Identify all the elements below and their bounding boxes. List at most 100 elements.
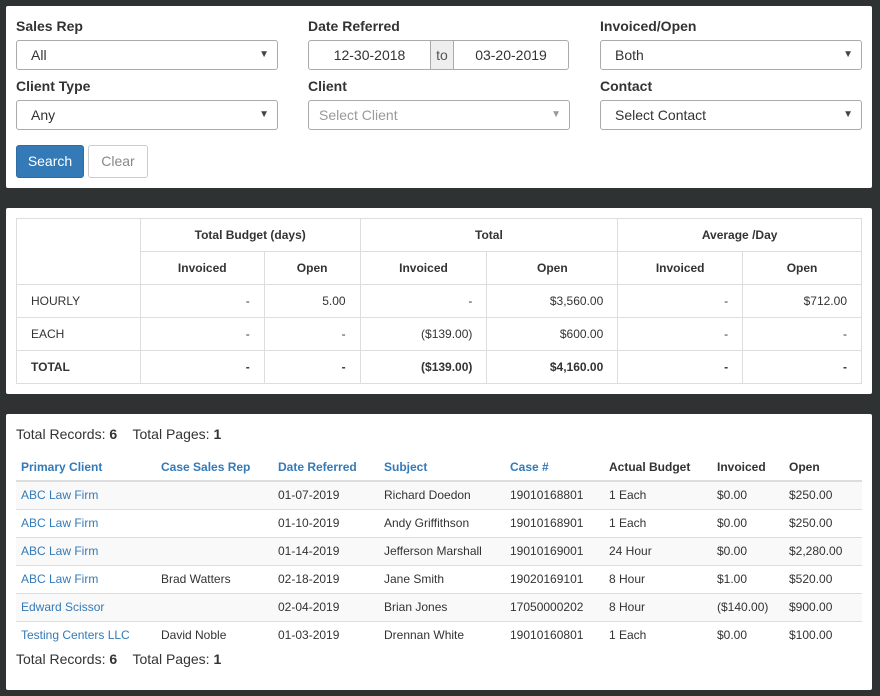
subject-cell: Jane Smith — [379, 564, 505, 593]
column-header-open: Open — [784, 453, 862, 482]
summary-cell: $600.00 — [486, 317, 619, 351]
group-header-total: Total — [359, 218, 619, 252]
column-header-subject[interactable]: Subject — [379, 453, 505, 482]
case-number-cell: 19010160801 — [505, 620, 604, 649]
records-summary-top: Total Records: 6 Total Pages: 1 — [16, 426, 221, 442]
invoiced-open-select[interactable]: Both ▼ — [600, 40, 862, 70]
records-table: Primary Client Case Sales Rep Date Refer… — [16, 453, 862, 649]
open-cell: $250.00 — [784, 508, 862, 537]
date-referred-cell: 01-10-2019 — [273, 508, 379, 537]
invoiced-cell: ($140.00) — [712, 592, 784, 621]
subheader-open: Open — [742, 251, 862, 285]
invoiced-open-value: Both — [615, 47, 644, 63]
subject-cell: Drennan White — [379, 620, 505, 649]
summary-cell: - — [617, 350, 744, 384]
case-sales-rep-cell — [156, 508, 273, 537]
total-pages-label: Total Pages: — [132, 426, 210, 442]
summary-cell: - — [742, 317, 862, 351]
summary-row-total: TOTAL - - ($139.00) $4,160.00 - - — [16, 350, 862, 384]
invoiced-cell: $0.00 — [712, 620, 784, 649]
column-header-primary-client[interactable]: Primary Client — [16, 453, 156, 482]
clear-button[interactable]: Clear — [88, 145, 148, 178]
sales-rep-select[interactable]: All ▼ — [16, 40, 278, 70]
group-header-total-budget: Total Budget (days) — [139, 218, 361, 252]
summary-cell: - — [617, 317, 744, 351]
summary-row-hourly: HOURLY - 5.00 - $3,560.00 - $712.00 — [16, 284, 862, 318]
summary-row-each: EACH - - ($139.00) $600.00 - - — [16, 317, 862, 351]
client-type-label: Client Type — [16, 78, 91, 94]
summary-cell: ($139.00) — [359, 350, 488, 384]
row-label: HOURLY — [16, 284, 141, 318]
contact-value: Select Contact — [615, 107, 707, 123]
date-referred-label: Date Referred — [308, 18, 400, 34]
column-header-date-referred[interactable]: Date Referred — [273, 453, 379, 482]
caret-down-icon: ▼ — [259, 49, 269, 60]
subheader-open: Open — [486, 251, 619, 285]
primary-client-link[interactable]: ABC Law Firm — [16, 508, 156, 537]
column-header-actual-budget: Actual Budget — [604, 453, 712, 482]
total-pages-count: 1 — [213, 651, 222, 667]
invoiced-open-label: Invoiced/Open — [600, 18, 697, 34]
contact-label: Contact — [600, 78, 653, 94]
date-to-input[interactable]: 03-20-2019 — [453, 40, 569, 70]
primary-client-link[interactable]: ABC Law Firm — [16, 480, 156, 509]
case-number-cell: 19010168901 — [505, 508, 604, 537]
primary-client-link[interactable]: ABC Law Firm — [16, 564, 156, 593]
summary-cell: - — [617, 284, 744, 318]
invoiced-cell: $0.00 — [712, 536, 784, 565]
table-row: Testing Centers LLC David Noble 01-03-20… — [16, 620, 862, 649]
total-pages-count: 1 — [213, 426, 222, 442]
summary-cell: $4,160.00 — [486, 350, 619, 384]
summary-table: Total Budget (days) Total Average /Day I… — [16, 218, 862, 384]
subheader-invoiced: Invoiced — [139, 251, 265, 285]
summary-cell: - — [263, 317, 361, 351]
primary-client-link[interactable]: ABC Law Firm — [16, 536, 156, 565]
sales-rep-value: All — [31, 47, 47, 63]
caret-down-icon: ▼ — [551, 109, 561, 120]
column-header-case-sales-rep[interactable]: Case Sales Rep — [156, 453, 273, 482]
case-number-cell: 19010169001 — [505, 536, 604, 565]
date-range-separator: to — [431, 40, 453, 70]
row-label: EACH — [16, 317, 141, 351]
subject-cell: Jefferson Marshall — [379, 536, 505, 565]
client-placeholder: Select Client — [319, 107, 398, 123]
invoiced-cell: $0.00 — [712, 480, 784, 509]
summary-cell: - — [139, 317, 265, 351]
summary-cell: ($139.00) — [359, 317, 488, 351]
column-header-case-number[interactable]: Case # — [505, 453, 604, 482]
contact-select[interactable]: Select Contact ▼ — [600, 100, 862, 130]
client-select[interactable]: Select Client ▼ — [308, 100, 570, 130]
case-sales-rep-cell — [156, 592, 273, 621]
case-number-cell: 19020169101 — [505, 564, 604, 593]
open-cell: $100.00 — [784, 620, 862, 649]
filter-panel: Sales Rep All ▼ Date Referred 12-30-2018… — [6, 6, 872, 188]
summary-cell: - — [742, 350, 862, 384]
table-row: Edward Scissor 02-04-2019 Brian Jones 17… — [16, 592, 862, 621]
caret-down-icon: ▼ — [843, 49, 853, 60]
client-type-select[interactable]: Any ▼ — [16, 100, 278, 130]
summary-panel: Total Budget (days) Total Average /Day I… — [6, 208, 872, 394]
date-referred-cell: 02-04-2019 — [273, 592, 379, 621]
summary-cell: - — [263, 350, 361, 384]
summary-cell: - — [139, 350, 265, 384]
date-referred-cell: 02-18-2019 — [273, 564, 379, 593]
actual-budget-cell: 24 Hour — [604, 536, 712, 565]
group-header-average-day: Average /Day — [617, 218, 862, 252]
subheader-open: Open — [263, 251, 361, 285]
subheader-invoiced: Invoiced — [359, 251, 488, 285]
client-label: Client — [308, 78, 347, 94]
total-records-label: Total Records: — [16, 651, 106, 667]
subject-cell: Brian Jones — [379, 592, 505, 621]
client-type-value: Any — [31, 107, 56, 123]
primary-client-link[interactable]: Testing Centers LLC — [16, 620, 156, 649]
case-number-cell: 19010168801 — [505, 480, 604, 509]
open-cell: $250.00 — [784, 480, 862, 509]
search-button[interactable]: Search — [16, 145, 84, 178]
summary-cell: - — [359, 284, 488, 318]
date-referred-cell: 01-03-2019 — [273, 620, 379, 649]
actual-budget-cell: 8 Hour — [604, 564, 712, 593]
case-sales-rep-cell: Brad Watters — [156, 564, 273, 593]
table-row: ABC Law Firm 01-10-2019 Andy Griffithson… — [16, 508, 862, 537]
date-from-input[interactable]: 12-30-2018 — [308, 40, 431, 70]
primary-client-link[interactable]: Edward Scissor — [16, 592, 156, 621]
